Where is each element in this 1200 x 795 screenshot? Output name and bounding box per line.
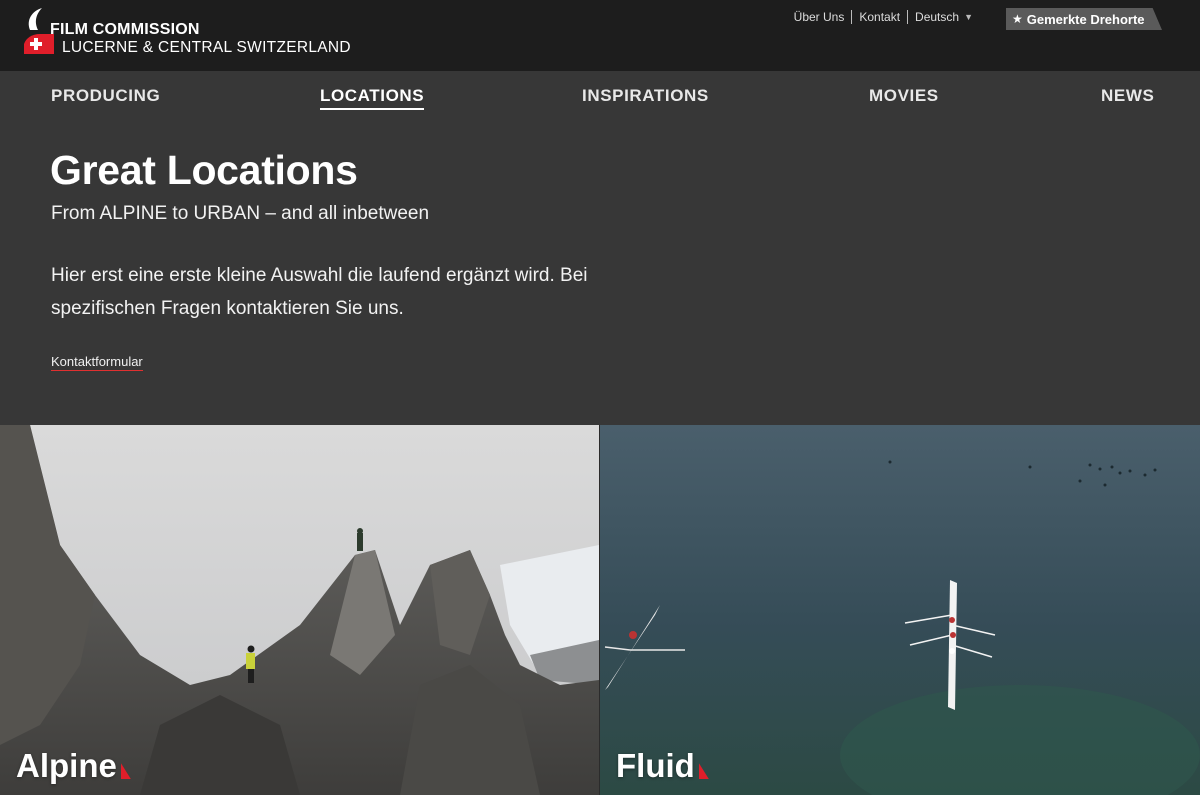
logo-subtitle: LUCERNE & CENTRAL SWITZERLAND xyxy=(62,39,351,56)
bookmarked-locations-button[interactable]: ★ Gemerkte Drehorte xyxy=(1006,8,1162,30)
contact-form-link[interactable]: Kontaktformular xyxy=(51,354,143,371)
contact-link[interactable]: Kontakt xyxy=(851,10,907,24)
language-label: Deutsch xyxy=(915,10,960,24)
nav-item-inspirations[interactable]: INSPIRATIONS xyxy=(582,86,709,106)
nav-item-locations[interactable]: LOCATIONS xyxy=(320,86,425,110)
utility-nav: Über Uns Kontakt Deutsch ▼ xyxy=(787,10,980,24)
tile-label-alpine-text: Alpine xyxy=(16,747,117,784)
tile-fluid[interactable]: Fluid xyxy=(600,425,1200,795)
red-flag-icon xyxy=(698,763,709,779)
alpine-mountain-image xyxy=(0,425,599,795)
tile-label-fluid-text: Fluid xyxy=(616,747,695,784)
nav-item-movies[interactable]: MOVIES xyxy=(869,86,939,106)
page-title: Great Locations xyxy=(50,147,358,193)
main-section: PRODUCING LOCATIONS INSPIRATIONS MOVIES … xyxy=(0,71,1200,425)
page-subtitle: From ALPINE to URBAN – and all inbetween xyxy=(51,203,430,224)
tile-alpine[interactable]: Alpine xyxy=(0,425,599,795)
language-selector[interactable]: Deutsch ▼ xyxy=(907,10,980,24)
logo[interactable]: FILM COMMISSION LUCERNE & CENTRAL SWITZE… xyxy=(18,8,351,60)
nav-item-news[interactable]: NEWS xyxy=(1101,86,1154,106)
star-icon: ★ xyxy=(1012,12,1023,26)
nav-item-producing[interactable]: PRODUCING xyxy=(51,86,160,106)
fluid-lake-image xyxy=(600,425,1200,795)
tile-label-alpine: Alpine xyxy=(16,747,131,785)
logo-title: FILM COMMISSION xyxy=(50,21,200,38)
about-link[interactable]: Über Uns xyxy=(787,10,852,24)
bookmark-label: Gemerkte Drehorte xyxy=(1026,11,1145,27)
chevron-down-icon: ▼ xyxy=(964,12,973,22)
intro-text: Hier erst eine erste kleine Auswahl die … xyxy=(51,265,588,319)
tile-label-fluid: Fluid xyxy=(616,747,709,785)
red-flag-icon xyxy=(120,763,131,779)
site-header: FILM COMMISSION LUCERNE & CENTRAL SWITZE… xyxy=(0,0,1200,71)
